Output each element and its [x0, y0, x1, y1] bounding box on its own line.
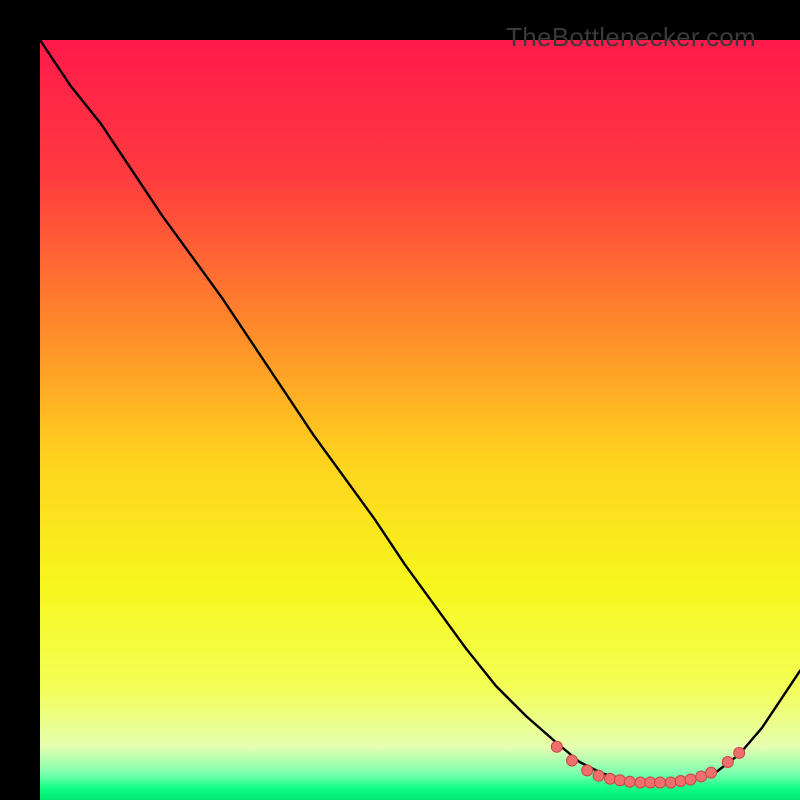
recommended-point [655, 777, 666, 788]
bottleneck-chart [40, 40, 800, 800]
recommended-point [685, 774, 696, 785]
recommended-point [675, 776, 686, 787]
recommended-point [734, 747, 745, 758]
recommended-point [567, 755, 578, 766]
recommended-point [635, 777, 646, 788]
recommended-point [645, 777, 656, 788]
watermark-text: TheBottlenecker.com [506, 22, 756, 53]
recommended-point [706, 767, 717, 778]
recommended-point [605, 773, 616, 784]
recommended-point [696, 771, 707, 782]
recommended-point [614, 775, 625, 786]
recommended-point [551, 741, 562, 752]
recommended-point [722, 757, 733, 768]
recommended-point [582, 765, 593, 776]
recommended-point [624, 776, 635, 787]
recommended-point [665, 777, 676, 788]
gradient-background [40, 40, 800, 800]
chart-frame: TheBottlenecker.com [20, 20, 780, 780]
recommended-point [593, 770, 604, 781]
